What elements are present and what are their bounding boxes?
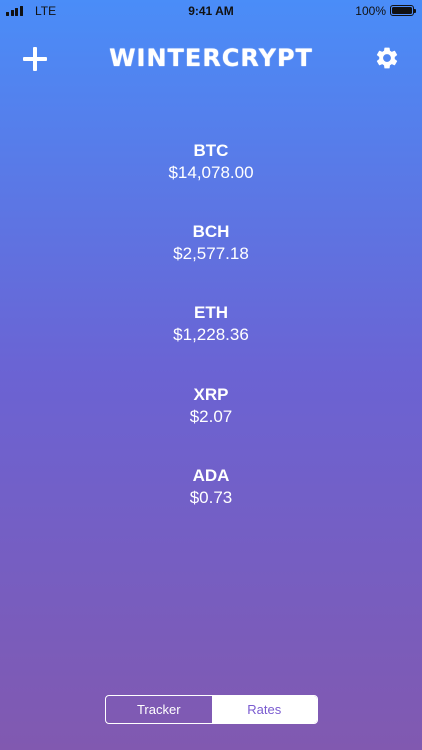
coin-symbol: BTC <box>193 141 229 160</box>
battery-icon <box>390 5 416 16</box>
coin-rate-item[interactable]: BTC $14,078.00 <box>0 140 422 184</box>
coin-price: $0.73 <box>189 488 233 507</box>
coin-symbol: XRP <box>193 385 229 404</box>
coin-symbol: ETH <box>194 303 228 322</box>
coin-price: $2.07 <box>189 407 233 426</box>
coin-price: $14,078.00 <box>168 163 254 182</box>
coin-price: $1,228.36 <box>173 325 249 344</box>
tab-rates[interactable]: Rates <box>211 696 317 723</box>
battery-percentage: 100% <box>355 4 386 18</box>
settings-button[interactable] <box>374 45 400 71</box>
coin-symbol: BCH <box>192 222 230 241</box>
tab-tracker[interactable]: Tracker <box>106 696 212 723</box>
coin-rate-item[interactable]: ADA $0.73 <box>0 465 422 509</box>
coin-rate-item[interactable]: BCH $2,577.18 <box>0 221 422 265</box>
coin-symbol: ADA <box>192 466 230 485</box>
coin-rate-item[interactable]: XRP $2.07 <box>0 384 422 428</box>
view-segmented-control: Tracker Rates <box>105 695 318 724</box>
coin-rate-item[interactable]: ETH $1,228.36 <box>0 302 422 346</box>
app-title: WINTERCRYPT <box>109 44 313 72</box>
gear-icon <box>376 47 398 69</box>
coin-price: $2,577.18 <box>173 244 249 263</box>
status-bar: LTE 9:41 AM 100% <box>0 0 422 22</box>
